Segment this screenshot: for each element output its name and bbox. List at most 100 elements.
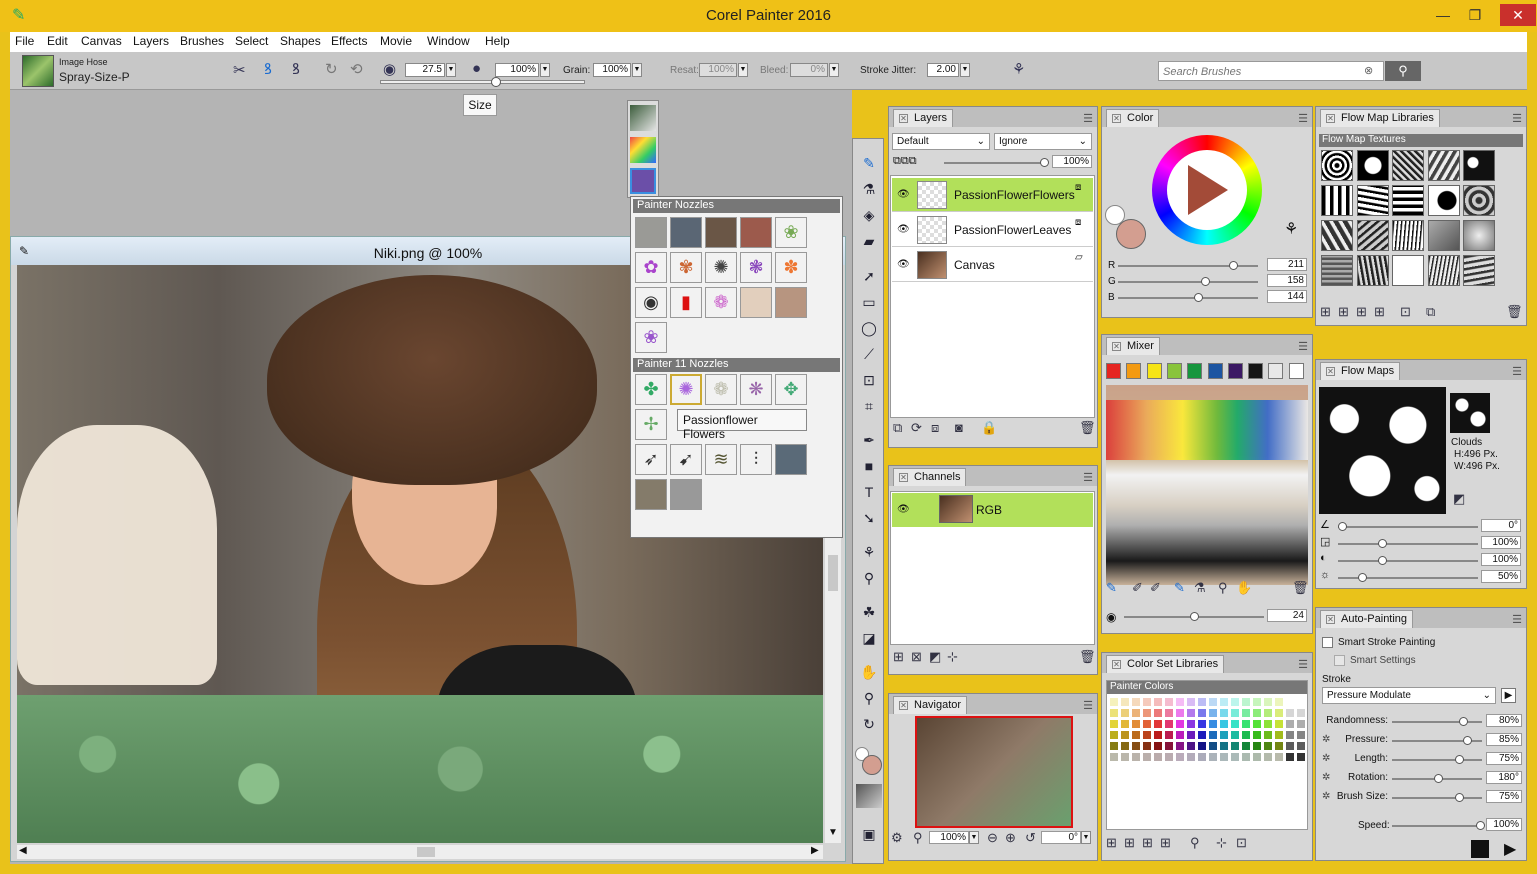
color-set-swatch[interactable] <box>1220 709 1228 717</box>
nozzle-item[interactable]: ✾ <box>670 252 702 283</box>
flow-map-texture[interactable] <box>1427 255 1460 286</box>
media-selector-icon[interactable]: ▣ <box>858 826 880 846</box>
menu-layers[interactable]: Layers <box>133 34 169 48</box>
text-icon[interactable]: T <box>858 484 880 504</box>
import-color-set-icon[interactable]: ⊞ <box>1142 835 1153 851</box>
layer-row[interactable]: 👁 PassionFlowerLeaves ⧈ <box>892 213 1093 247</box>
color-set-swatch[interactable] <box>1132 698 1140 706</box>
flow-map-thumbnail[interactable] <box>1450 393 1490 433</box>
color-set-swatch[interactable] <box>1110 720 1118 728</box>
color-set-swatch[interactable] <box>1275 698 1283 706</box>
dynamic-plugins-icon[interactable]: ⟳ <box>911 420 922 436</box>
color-set-swatch[interactable] <box>1198 742 1206 750</box>
r-slider[interactable] <box>1118 261 1258 270</box>
slider-knob[interactable] <box>1434 774 1443 783</box>
color-set-swatch[interactable] <box>1209 709 1217 717</box>
color-set-swatch[interactable] <box>1198 709 1206 717</box>
zoom-icon[interactable]: ⚲ <box>1218 580 1228 596</box>
flow-map-texture[interactable] <box>1463 150 1495 181</box>
passionflower-flowers-nozzle[interactable]: ✺ <box>670 374 702 405</box>
size-field[interactable]: 27.5 <box>405 63 445 77</box>
color-set-swatch[interactable] <box>1242 731 1250 739</box>
eye-icon[interactable]: 👁 <box>897 504 910 515</box>
color-sampler-icon[interactable]: ⚘ <box>1284 219 1298 239</box>
flow-map-texture[interactable] <box>1427 220 1460 251</box>
r-field[interactable]: 211 <box>1267 258 1307 271</box>
color-set-swatch[interactable] <box>1242 742 1250 750</box>
nozzle-item[interactable]: ✤ <box>635 374 667 405</box>
color-set-swatch[interactable] <box>1209 731 1217 739</box>
auto-painting-tab[interactable]: ✕ Auto-Painting <box>1320 610 1414 628</box>
channels-tab[interactable]: ✕ Channels <box>893 468 967 486</box>
paint-bucket-icon[interactable]: ◈ <box>858 207 880 227</box>
flow-angle-slider[interactable] <box>1338 522 1478 531</box>
zoom-out-icon[interactable]: ⊖ <box>987 830 998 846</box>
close-panel-icon[interactable]: ✕ <box>1326 615 1335 624</box>
close-panel-icon[interactable]: ✕ <box>899 114 908 123</box>
nozzle-item[interactable]: ❋ <box>740 374 772 405</box>
color-set-swatch[interactable] <box>1209 720 1217 728</box>
horizontal-scroll-thumb[interactable] <box>417 847 435 857</box>
pen-icon[interactable]: ✒ <box>858 432 880 452</box>
slider-knob[interactable] <box>1378 539 1388 548</box>
color-set-swatch[interactable] <box>1187 709 1195 717</box>
slider-knob[interactable] <box>1459 717 1469 726</box>
save-selection-icon[interactable]: ⊠ <box>911 649 922 665</box>
capture-flow-map-icon[interactable]: ⊡ <box>1400 304 1411 320</box>
panel-menu-icon[interactable]: ☰ <box>1083 699 1093 712</box>
nozzle-item[interactable]: ✺ <box>705 252 737 283</box>
color-set-swatch[interactable] <box>1253 698 1261 706</box>
magic-wand-icon[interactable]: ⟋ <box>858 346 880 366</box>
nozzle-item[interactable] <box>705 217 737 248</box>
color-set-swatch[interactable] <box>1275 709 1283 717</box>
color-set-swatch[interactable] <box>1242 720 1250 728</box>
smart-settings-checkbox[interactable] <box>1334 655 1345 666</box>
active-nozzle-button[interactable] <box>630 168 656 194</box>
close-panel-icon[interactable]: ✕ <box>1326 367 1335 376</box>
color-set-swatch[interactable] <box>1132 742 1140 750</box>
color-set-swatch[interactable] <box>1187 698 1195 706</box>
color-set-swatch[interactable] <box>1286 720 1294 728</box>
color-set-swatch[interactable] <box>1198 720 1206 728</box>
mixer-color-swatch[interactable] <box>1268 363 1284 379</box>
freehand-stroke-icon[interactable]: ꝸ <box>264 59 272 79</box>
resat-dropdown[interactable]: ▼ <box>738 63 748 77</box>
nozzle-item[interactable]: ➹ <box>670 444 702 475</box>
flow-map-texture[interactable] <box>1427 185 1460 216</box>
opacity-dropdown[interactable]: ▼ <box>540 63 550 77</box>
nozzle-item[interactable] <box>670 217 702 248</box>
close-panel-icon[interactable]: ✕ <box>1326 114 1335 123</box>
new-library-icon[interactable]: ⊞ <box>1320 304 1331 320</box>
param-value-field[interactable]: 85% <box>1486 733 1522 746</box>
g-field[interactable]: 158 <box>1267 274 1307 287</box>
color-set-swatch[interactable] <box>1220 731 1228 739</box>
flow-maps-tab[interactable]: ✕ Flow Maps <box>1320 362 1401 380</box>
color-set-swatch[interactable] <box>1220 698 1228 706</box>
color-set-swatch[interactable] <box>1176 742 1184 750</box>
slider-knob[interactable] <box>1040 158 1049 167</box>
mixer-color-swatch[interactable] <box>1207 363 1223 379</box>
flow-brightness-field[interactable]: 50% <box>1481 570 1521 583</box>
color-set-swatch[interactable] <box>1264 753 1272 761</box>
close-panel-icon[interactable]: ✕ <box>1112 660 1121 669</box>
flow-map-texture[interactable] <box>1356 255 1389 286</box>
color-set-swatch[interactable] <box>1187 731 1195 739</box>
color-set-swatch[interactable] <box>1253 720 1261 728</box>
color-set-swatch[interactable] <box>1176 720 1184 728</box>
new-layer-icon[interactable]: ⧈ <box>931 420 939 436</box>
color-set-swatch[interactable] <box>1165 709 1173 717</box>
sample-color-icon[interactable]: ✎ <box>1174 580 1185 596</box>
color-set-swatch[interactable] <box>1143 753 1151 761</box>
nozzle-item[interactable]: ✿ <box>635 252 667 283</box>
color-set-swatch[interactable] <box>1121 742 1129 750</box>
panel-menu-icon[interactable]: ☰ <box>1083 112 1093 125</box>
flow-map-texture[interactable] <box>1392 255 1424 286</box>
color-set-swatch[interactable] <box>1143 698 1151 706</box>
trash-icon[interactable]: 🗑 <box>1079 420 1096 436</box>
nozzle-item[interactable] <box>635 479 667 510</box>
slider-knob[interactable] <box>1201 277 1211 286</box>
mixer-tab[interactable]: ✕ Mixer <box>1106 337 1160 355</box>
param-value-field[interactable]: 75% <box>1486 790 1522 803</box>
scroll-down-icon[interactable]: ▼ <box>828 827 838 838</box>
color-set-swatch[interactable] <box>1143 720 1151 728</box>
